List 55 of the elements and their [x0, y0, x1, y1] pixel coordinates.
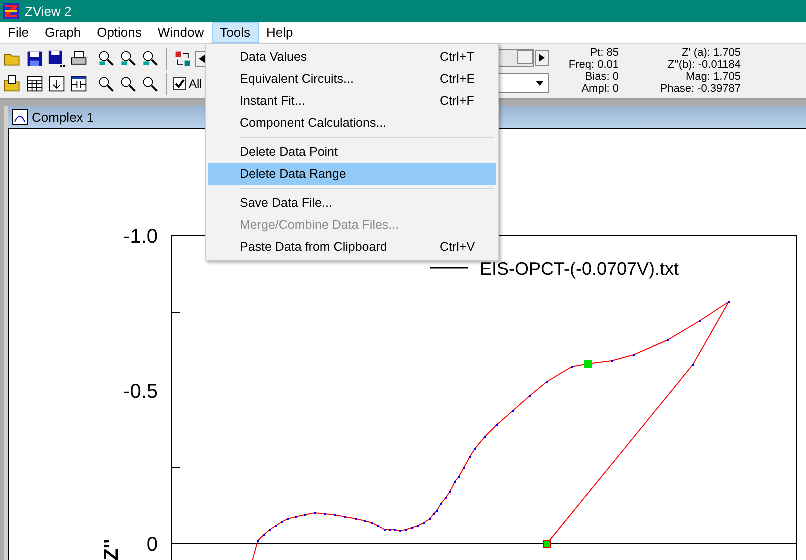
graph-window-title: Complex 1	[32, 110, 94, 124]
window-title: ZView 2	[25, 4, 72, 18]
zoom-icon[interactable]	[141, 50, 159, 68]
legend-line	[430, 267, 468, 269]
readout-text: Bias: 0	[585, 71, 619, 83]
marker[interactable]	[584, 360, 592, 368]
graph-window-icon	[12, 109, 28, 125]
save-icon[interactable]	[26, 50, 44, 68]
right-arrow-icon	[539, 54, 545, 62]
menu-item[interactable]: Paste Data from Clipboard Ctrl+V	[208, 236, 496, 258]
all-checkbox[interactable]: All	[173, 76, 202, 90]
readout-text: Ampl: 0	[582, 83, 619, 95]
save-all-icon[interactable]	[48, 50, 66, 68]
legend-label: EIS-OPCT-(-0.0707V).txt	[480, 259, 680, 279]
magnifier-icon[interactable]	[119, 74, 137, 92]
swap-icon[interactable]	[174, 50, 192, 68]
readout-text: Phase: -0.39787	[660, 83, 741, 95]
open-file-icon[interactable]	[4, 74, 22, 92]
menu-item[interactable]: Options	[89, 22, 150, 43]
circuit-icon[interactable]	[70, 74, 88, 92]
app-logo-icon	[3, 3, 19, 19]
checkmark-icon	[174, 78, 184, 88]
menu-item[interactable]: Save Data File...	[208, 192, 496, 214]
menu-item[interactable]: Tools	[212, 22, 259, 43]
readout-text: Z''(b): -0.01184	[668, 59, 741, 71]
readout-text: Mag: 1.705	[686, 71, 741, 83]
readout-text: Pt: 85	[590, 47, 619, 59]
table-icon[interactable]	[26, 74, 44, 92]
y-tick-label: -1.0	[124, 226, 158, 248]
menu-item[interactable]: Data Values Ctrl+T	[208, 46, 496, 68]
marker[interactable]	[543, 540, 551, 548]
menu-item[interactable]: Equivalent Circuits... Ctrl+E	[208, 68, 496, 90]
scroll-right-button[interactable]	[535, 50, 549, 66]
y-tick-label: -0.5	[124, 381, 158, 403]
magnifier-icon[interactable]	[141, 74, 159, 92]
readout-text: Freq: 0.01	[568, 59, 619, 71]
menu-item[interactable]: File	[0, 22, 37, 43]
y-axis-label: Z''	[101, 539, 123, 560]
menu-item[interactable]: Graph	[36, 22, 90, 43]
menu-item[interactable]: Delete Data Point	[208, 141, 496, 163]
y-tick-label: 0	[146, 534, 158, 556]
dropdown-caret-icon	[536, 80, 544, 86]
slider-thumb[interactable]	[517, 50, 533, 64]
printer-icon[interactable]	[70, 50, 88, 68]
menu-item[interactable]: Delete Data Range	[208, 163, 496, 185]
zoom-icon[interactable]	[119, 50, 137, 68]
readout-text: Z' (a): 1.705	[682, 47, 741, 59]
menu-item[interactable]: Help	[258, 22, 302, 43]
zoom-icon[interactable]	[97, 50, 115, 68]
magnifier-icon[interactable]	[97, 74, 115, 92]
menu-item[interactable]: Instant Fit... Ctrl+F	[208, 90, 496, 112]
menu-item[interactable]: Window	[150, 22, 212, 43]
menu-item[interactable]: Component Calculations...	[208, 112, 496, 134]
left-arrow-icon	[199, 54, 205, 62]
export-icon[interactable]	[48, 74, 66, 92]
